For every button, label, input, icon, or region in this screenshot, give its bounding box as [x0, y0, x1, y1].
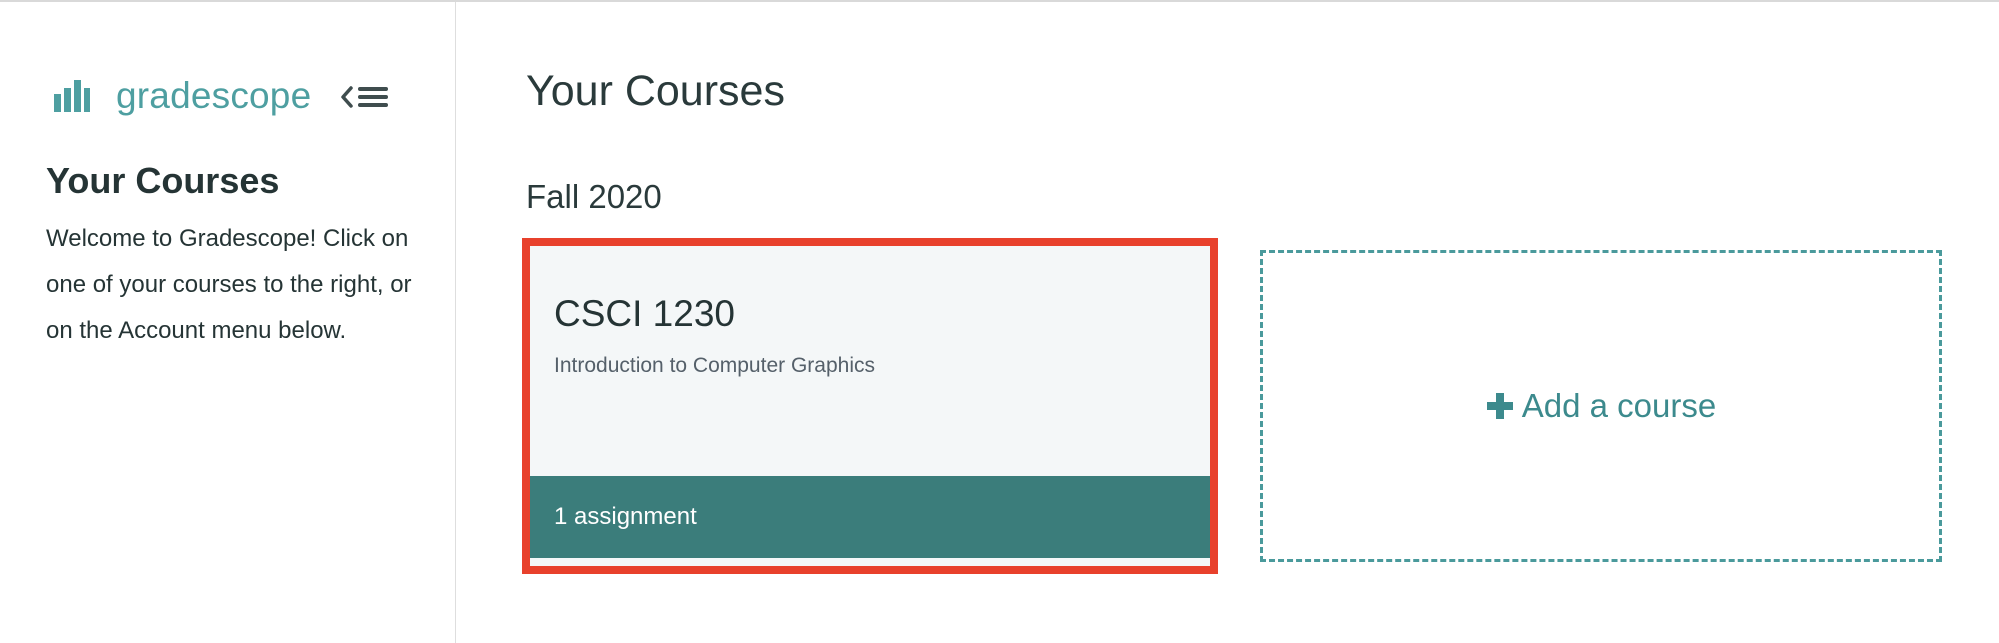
brand-name: gradescope: [116, 75, 312, 116]
term-heading: Fall 2020: [526, 178, 662, 215]
add-course-label: Add a course: [1521, 387, 1717, 424]
brand-logo[interactable]: gradescope: [52, 74, 311, 118]
sidebar-welcome-text: Welcome to Gradescope! Click on one of y…: [46, 225, 412, 344]
add-course-button[interactable]: Add a course: [1260, 250, 1942, 562]
page-title: Your Courses: [526, 67, 785, 115]
assignment-count: 1 assignment: [554, 503, 697, 530]
sidebar-title: Your Courses: [46, 160, 280, 201]
course-card-csci-1230[interactable]: CSCI 1230 Introduction to Computer Graph…: [522, 238, 1218, 574]
course-code: CSCI 1230: [554, 293, 735, 334]
course-card-footer: 1 assignment: [530, 476, 1210, 558]
plus-icon: [1486, 393, 1513, 419]
collapse-sidebar-button[interactable]: [340, 80, 392, 114]
sidebar: gradescope Your Courses Welcome to Grade…: [0, 2, 456, 643]
collapse-menu-icon: [341, 86, 388, 108]
course-name: Introduction to Computer Graphics: [554, 354, 875, 377]
bar-chart-logo-icon: [54, 80, 90, 112]
